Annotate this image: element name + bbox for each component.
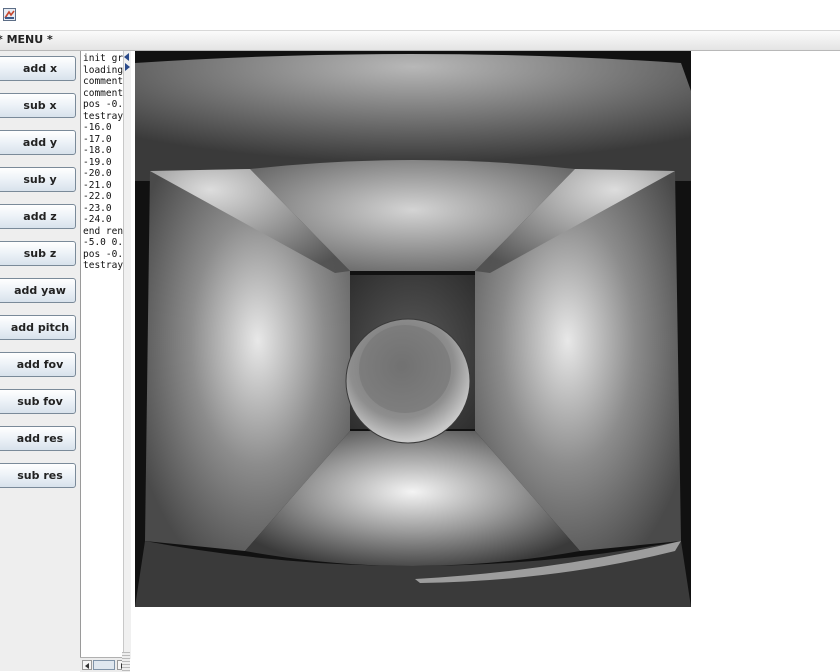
split-pane-divider[interactable]	[122, 652, 130, 671]
log-line: -22.0	[83, 191, 112, 202]
add-x-button[interactable]: add x	[0, 56, 76, 81]
log-line: end ren	[83, 225, 124, 237]
log-line: -18.0	[83, 145, 112, 156]
title-bar	[0, 0, 840, 31]
add-res-button[interactable]: add res	[0, 426, 76, 451]
log-line: testray	[83, 110, 124, 122]
sub-z-button[interactable]: sub z	[0, 241, 76, 266]
log-line: -16.0	[83, 122, 112, 133]
menu-item[interactable]: * MENU *	[0, 33, 53, 46]
log-line: testray	[83, 260, 124, 271]
menu-bar: * MENU *	[0, 31, 840, 51]
add-y-button[interactable]: add y	[0, 130, 76, 155]
log-line: pos -0.	[83, 248, 124, 260]
scroll-thumb[interactable]	[93, 660, 115, 670]
sub-x-button[interactable]: sub x	[0, 93, 76, 118]
control-panel: add x sub x add y sub y add z sub z add …	[0, 51, 80, 671]
arrow-right-icon[interactable]	[125, 63, 130, 71]
arrow-up-icon[interactable]	[124, 53, 129, 61]
log-line: comment	[83, 87, 124, 99]
log-vertical-scrollbar[interactable]	[123, 51, 131, 659]
add-pitch-button[interactable]: add pitch	[0, 315, 76, 340]
log-line: pos -0.	[83, 99, 124, 110]
sub-res-button[interactable]: sub res	[0, 463, 76, 488]
add-z-button[interactable]: add z	[0, 204, 76, 229]
log-line: -19.0	[83, 156, 112, 168]
sub-fov-button[interactable]: sub fov	[0, 389, 76, 414]
render-canvas[interactable]	[135, 51, 691, 607]
raytraced-scene	[135, 51, 691, 607]
java-app-icon	[3, 8, 16, 21]
log-line: -24.0	[83, 214, 112, 225]
add-fov-button[interactable]: add fov	[0, 352, 76, 377]
log-line: comment	[83, 76, 124, 87]
log-line: -5.0 0.	[83, 237, 124, 248]
add-yaw-button[interactable]: add yaw	[0, 278, 76, 303]
sub-y-button[interactable]: sub y	[0, 167, 76, 192]
log-line: -21.0	[83, 179, 112, 191]
log-text-area[interactable]: init gr loading comment comment pos -0. testr…	[80, 51, 124, 659]
scroll-left-button[interactable]	[82, 660, 92, 670]
log-line: -20.0	[83, 168, 112, 179]
log-line: init gr	[83, 53, 124, 64]
log-line: -23.0	[83, 202, 112, 214]
log-line: -17.0	[83, 133, 112, 145]
log-line: loading	[83, 64, 124, 76]
log-output: init gr loading comment comment pos -0. testr…	[81, 51, 124, 272]
